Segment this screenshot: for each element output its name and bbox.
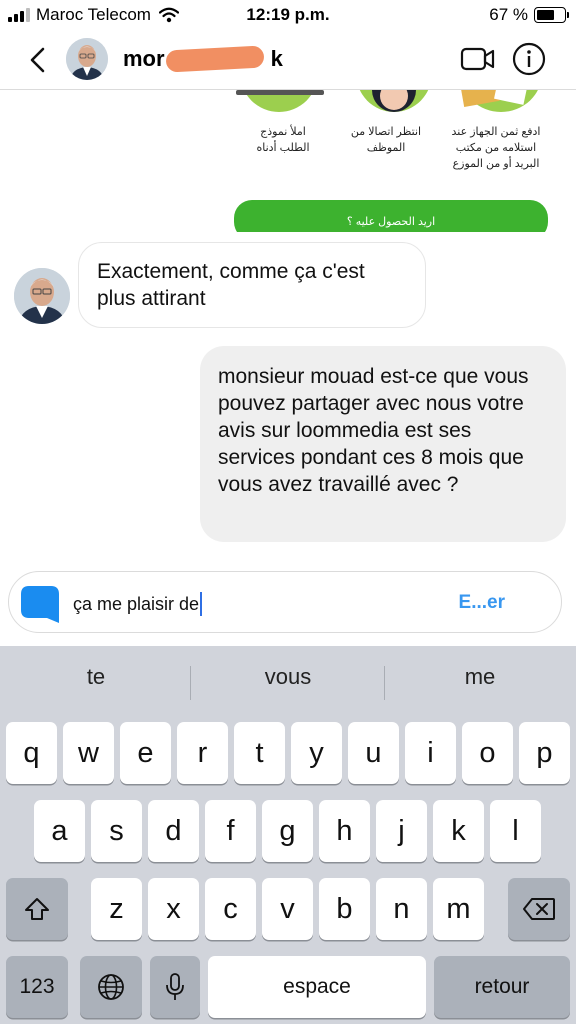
key-u[interactable]: u (348, 722, 399, 784)
key-s[interactable]: s (91, 800, 142, 862)
send-button[interactable]: E...er (459, 592, 505, 614)
illustration-laptop (236, 90, 324, 95)
globe-key[interactable] (80, 956, 142, 1018)
shift-key[interactable] (6, 878, 68, 940)
incoming-message[interactable]: Exactement, comme ça c'est plus attirant (78, 242, 426, 328)
key-q[interactable]: q (6, 722, 57, 784)
image-caption-2: انتظر اتصالا من الموظف (350, 126, 422, 154)
video-camera-icon[interactable] (460, 46, 496, 72)
image-caption-1: ادفع ثمن الجهاز عند استلامه من مكتب البر… (451, 126, 541, 170)
key-n[interactable]: n (376, 878, 427, 940)
text-caret (200, 592, 203, 616)
key-z[interactable]: z (91, 878, 142, 940)
key-g[interactable]: g (262, 800, 313, 862)
globe-icon (98, 974, 124, 1000)
suggestion-divider (190, 666, 191, 700)
key-t[interactable]: t (234, 722, 285, 784)
suggestion-1[interactable]: te (0, 646, 192, 708)
message-input[interactable]: ça me plaisir de (73, 592, 203, 616)
key-v[interactable]: v (262, 878, 313, 940)
battery-percent: 67 % (489, 5, 528, 24)
outgoing-message[interactable]: monsieur mouad est-ce que vous pouvez pa… (200, 346, 566, 542)
delete-key[interactable] (508, 878, 570, 940)
microphone-key[interactable] (150, 956, 200, 1018)
key-a[interactable]: a (34, 800, 85, 862)
message-composer: ça me plaisir de E...er (8, 571, 562, 633)
key-w[interactable]: w (63, 722, 114, 784)
status-bar: Maroc Telecom 12:19 p.m. 67 % (0, 0, 576, 30)
key-o[interactable]: o (462, 722, 513, 784)
shift-icon (25, 898, 49, 920)
image-cta-button: اريد الحصول عليه ؟ (234, 200, 548, 232)
key-d[interactable]: d (148, 800, 199, 862)
info-icon[interactable] (512, 42, 546, 76)
key-m[interactable]: m (433, 878, 484, 940)
key-x[interactable]: x (148, 878, 199, 940)
key-e[interactable]: e (120, 722, 171, 784)
key-h[interactable]: h (319, 800, 370, 862)
key-i[interactable]: i (405, 722, 456, 784)
key-b[interactable]: b (319, 878, 370, 940)
chat-header: mor k (0, 30, 576, 90)
return-key[interactable]: retour (434, 956, 570, 1018)
key-c[interactable]: c (205, 878, 256, 940)
key-k[interactable]: k (433, 800, 484, 862)
keyboard: te vous me q w e r t y u i o p a s d f g… (0, 646, 576, 1024)
avatar[interactable] (14, 268, 70, 324)
key-f[interactable]: f (205, 800, 256, 862)
avatar[interactable] (66, 38, 108, 80)
space-key[interactable]: espace (208, 956, 426, 1018)
suggestion-2[interactable]: vous (192, 646, 384, 708)
microphone-icon (166, 973, 184, 1000)
key-p[interactable]: p (519, 722, 570, 784)
key-y[interactable]: y (291, 722, 342, 784)
key-l[interactable]: l (490, 800, 541, 862)
key-r[interactable]: r (177, 722, 228, 784)
image-caption-3: املأ نموذج الطلب أدناه (256, 126, 310, 154)
numbers-key[interactable]: 123 (6, 956, 68, 1018)
suggestion-bar: te vous me (0, 646, 576, 708)
suggestion-3[interactable]: me (384, 646, 576, 708)
camera-icon[interactable] (15, 580, 65, 624)
key-j[interactable]: j (376, 800, 427, 862)
battery-icon (534, 7, 569, 23)
chevron-left-icon[interactable] (26, 46, 50, 74)
illustration-delivery (460, 90, 542, 112)
backspace-icon (523, 898, 555, 920)
shared-image-message[interactable]: ادفع ثمن الجهاز عند استلامه من مكتب البر… (228, 90, 558, 232)
illustration-agent (356, 90, 432, 112)
